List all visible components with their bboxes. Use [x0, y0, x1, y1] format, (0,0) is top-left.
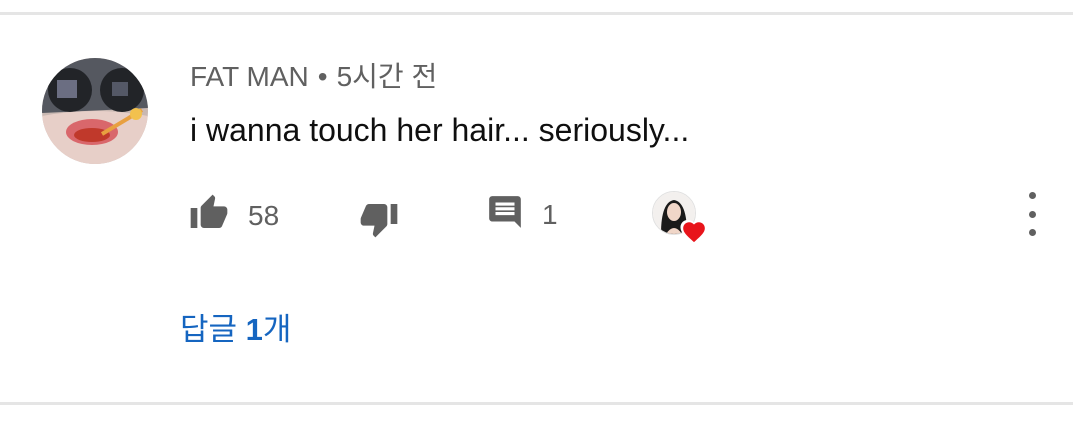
reply-button[interactable]: 1	[486, 193, 558, 236]
author-avatar[interactable]	[42, 58, 148, 164]
comment-actions: 58 1	[0, 185, 1073, 245]
replies-link-suffix: 개	[262, 312, 292, 347]
thumb-up-icon	[188, 193, 230, 238]
replies-link-count: 1	[245, 312, 263, 347]
author-name[interactable]: FAT MAN	[190, 61, 309, 92]
timestamp[interactable]: 5시간 전	[337, 61, 438, 92]
heart-icon	[680, 219, 708, 250]
meta-separator: •	[317, 61, 328, 92]
comment-icon	[486, 193, 524, 236]
view-replies-link[interactable]: 답글 1개	[180, 310, 291, 350]
comment-meta: FAT MAN • 5시간 전	[190, 60, 437, 94]
like-count: 58	[248, 199, 280, 231]
bottom-divider	[0, 402, 1073, 405]
reply-count: 1	[542, 198, 558, 230]
more-vertical-icon-dot	[1028, 210, 1036, 218]
comment-item: FAT MAN • 5시간 전 i wanna touch her hair... …	[0, 0, 1073, 436]
more-vertical-icon-dot	[1028, 229, 1036, 236]
more-vertical-icon-dot	[1028, 192, 1036, 199]
thumb-down-icon	[358, 199, 400, 244]
replies-link-prefix: 답글	[180, 312, 246, 347]
more-options-button[interactable]	[1018, 192, 1046, 236]
comment-text: i wanna touch her hair... seriously...	[190, 112, 690, 148]
like-button[interactable]: 58	[188, 193, 279, 238]
creator-heart-badge	[652, 191, 708, 245]
dislike-button[interactable]	[358, 199, 400, 244]
